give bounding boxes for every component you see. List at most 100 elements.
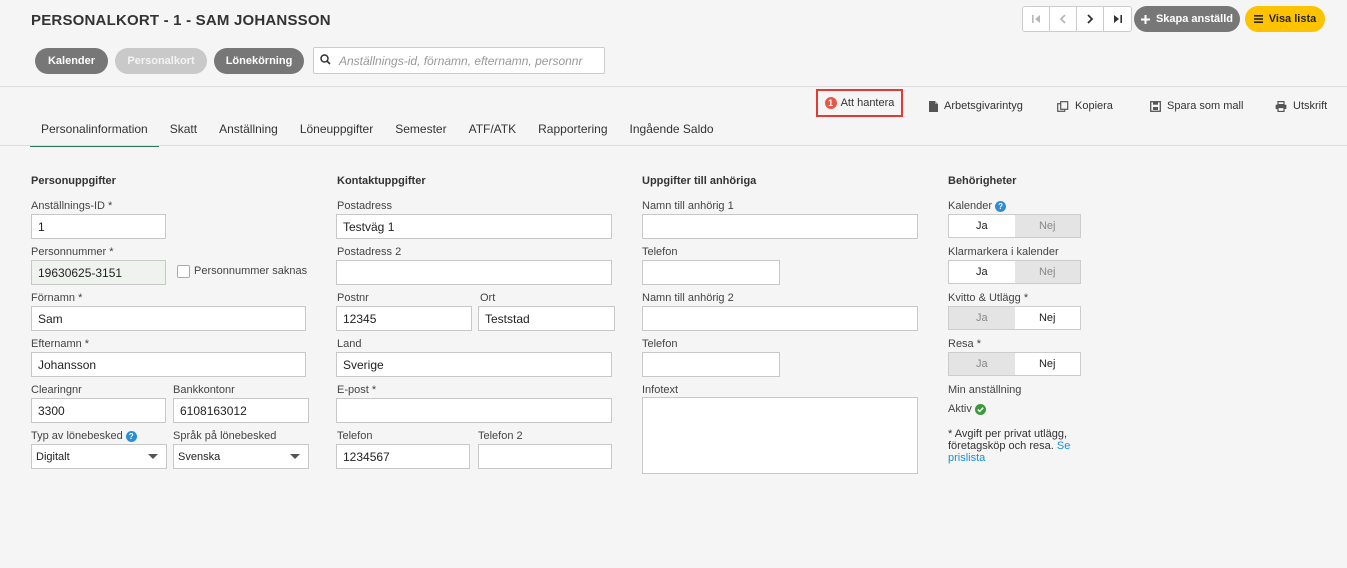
tab-anstallning[interactable]: Anställning xyxy=(208,114,289,147)
mark-yes-option[interactable]: Ja xyxy=(949,261,1015,283)
relative2-phone-label: Telefon xyxy=(642,338,678,350)
personnummer-field[interactable]: 19630625-3151 xyxy=(31,260,166,285)
calendar-permission-label: Kalender xyxy=(948,200,993,212)
tab-loneuppgifter[interactable]: Löneuppgifter xyxy=(289,114,384,147)
payslip-type-label-wrap: Typ av lönebesked? xyxy=(31,430,137,442)
travel-yes-option[interactable]: Ja xyxy=(949,353,1015,375)
payroll-button[interactable]: Lönekörning xyxy=(214,48,304,74)
show-list-button[interactable]: Visa lista xyxy=(1245,6,1325,32)
record-navigation xyxy=(1022,6,1132,32)
skip-last-icon xyxy=(1113,15,1122,23)
save-template-label: Spara som mall xyxy=(1167,100,1244,112)
zip-field[interactable]: 12345 xyxy=(336,306,472,331)
header-divider xyxy=(0,86,1347,87)
employment-status: Aktiv xyxy=(948,403,986,415)
list-icon xyxy=(1253,15,1263,23)
todo-button[interactable]: 1 Att hantera xyxy=(816,89,903,117)
relative2-name-field[interactable] xyxy=(642,306,918,331)
help-icon[interactable]: ? xyxy=(995,200,1007,212)
city-field[interactable]: Teststad xyxy=(478,306,615,331)
relative1-name-field[interactable] xyxy=(642,214,918,239)
save-template-button[interactable]: Spara som mall xyxy=(1150,95,1243,117)
infotext-label: Infotext xyxy=(642,384,679,396)
email-label: E-post * xyxy=(337,384,377,396)
calendar-no-option[interactable]: Nej xyxy=(1014,215,1080,237)
receipt-no-option[interactable]: Nej xyxy=(1014,307,1080,329)
payslip-language-label: Språk på lönebesked xyxy=(173,430,277,442)
travel-no-option[interactable]: Nej xyxy=(1014,353,1080,375)
email-field[interactable] xyxy=(336,398,612,423)
employment-label: Min anställning xyxy=(948,384,1022,396)
relative2-phone-field[interactable] xyxy=(642,352,780,377)
help-icon[interactable]: ? xyxy=(125,430,137,442)
mark-no-option[interactable]: Nej xyxy=(1014,261,1080,283)
phone2-field[interactable] xyxy=(478,444,612,469)
address-field[interactable]: Testväg 1 xyxy=(336,214,612,239)
address2-field[interactable] xyxy=(336,260,612,285)
clearing-label: Clearingnr xyxy=(31,384,82,396)
skip-first-icon xyxy=(1032,15,1040,23)
tab-ingaende-saldo[interactable]: Ingående Saldo xyxy=(619,114,725,147)
address-label: Postadress xyxy=(337,200,393,212)
personalkort-button[interactable]: Personalkort xyxy=(115,48,207,74)
bank-account-field[interactable]: 6108163012 xyxy=(173,398,309,423)
receipt-permission-label: Kvitto & Utlägg * xyxy=(948,292,1029,304)
zip-label: Postnr xyxy=(337,292,369,304)
personnummer-label: Personnummer * xyxy=(31,246,114,258)
previous-record-button[interactable] xyxy=(1050,7,1077,31)
country-label: Land xyxy=(337,338,362,350)
payslip-type-value: Digitalt xyxy=(36,450,70,463)
search-icon xyxy=(320,53,331,68)
create-employee-button[interactable]: Skapa anställd xyxy=(1134,6,1240,32)
first-name-field[interactable]: Sam xyxy=(31,306,306,331)
calendar-permission-toggle: Ja Nej xyxy=(948,214,1081,238)
todo-label: Att hantera xyxy=(840,97,895,109)
copy-label: Kopiera xyxy=(1075,100,1113,112)
country-field[interactable]: Sverige xyxy=(336,352,612,377)
tab-semester[interactable]: Semester xyxy=(384,114,457,147)
employee-id-field[interactable]: 1 xyxy=(31,214,166,239)
last-name-field[interactable]: Johansson xyxy=(31,352,306,377)
certificate-button[interactable]: Arbetsgivarintyg xyxy=(929,95,1023,117)
receipt-yes-option[interactable]: Ja xyxy=(949,307,1015,329)
phone-field[interactable]: 1234567 xyxy=(336,444,470,469)
last-record-button[interactable] xyxy=(1104,7,1131,31)
tab-rapportering[interactable]: Rapportering xyxy=(527,114,618,147)
first-record-button[interactable] xyxy=(1023,7,1050,31)
relative1-phone-field[interactable] xyxy=(642,260,780,285)
city-label: Ort xyxy=(480,292,496,304)
receipt-permission-toggle: Ja Nej xyxy=(948,306,1081,330)
relatives-heading: Uppgifter till anhöriga xyxy=(642,175,757,187)
print-button[interactable]: Utskrift xyxy=(1275,95,1327,117)
chevron-down-icon xyxy=(290,454,300,459)
copy-icon xyxy=(1057,100,1069,112)
copy-button[interactable]: Kopiera xyxy=(1057,95,1113,117)
last-name-label: Efternamn * xyxy=(31,338,90,350)
tab-bar: Personalinformation Skatt Anställning Lö… xyxy=(30,114,725,147)
tab-atf-atk[interactable]: ATF/ATK xyxy=(458,114,528,147)
payslip-language-value: Svenska xyxy=(178,450,221,463)
tab-personalinformation[interactable]: Personalinformation xyxy=(30,114,159,147)
tabs-divider xyxy=(0,145,1347,146)
fee-note: * Avgift per privat utlägg, företagsköp … xyxy=(948,428,1078,464)
next-record-button[interactable] xyxy=(1077,7,1104,31)
phone2-label: Telefon 2 xyxy=(478,430,523,442)
clearing-field[interactable]: 3300 xyxy=(31,398,166,423)
certificate-label: Arbetsgivarintyg xyxy=(944,100,1023,112)
document-icon xyxy=(929,100,938,112)
payslip-language-select[interactable]: Svenska xyxy=(173,444,309,469)
print-label: Utskrift xyxy=(1293,100,1328,112)
employee-id-label: Anställnings-ID * xyxy=(31,200,113,212)
permissions-heading: Behörigheter xyxy=(948,175,1017,187)
infotext-textarea[interactable] xyxy=(642,397,918,474)
mark-permission-toggle: Ja Nej xyxy=(948,260,1081,284)
payslip-type-select[interactable]: Digitalt xyxy=(31,444,167,469)
save-icon xyxy=(1150,100,1161,112)
calendar-button[interactable]: Kalender xyxy=(35,48,108,74)
show-list-label: Visa lista xyxy=(1268,13,1317,25)
calendar-yes-option[interactable]: Ja xyxy=(949,215,1015,237)
search-input[interactable]: Anställnings-id, förnamn, efternamn, per… xyxy=(313,47,605,74)
tab-skatt[interactable]: Skatt xyxy=(159,114,208,147)
bank-account-label: Bankkontonr xyxy=(173,384,235,396)
personnummer-missing-checkbox[interactable] xyxy=(177,265,190,278)
